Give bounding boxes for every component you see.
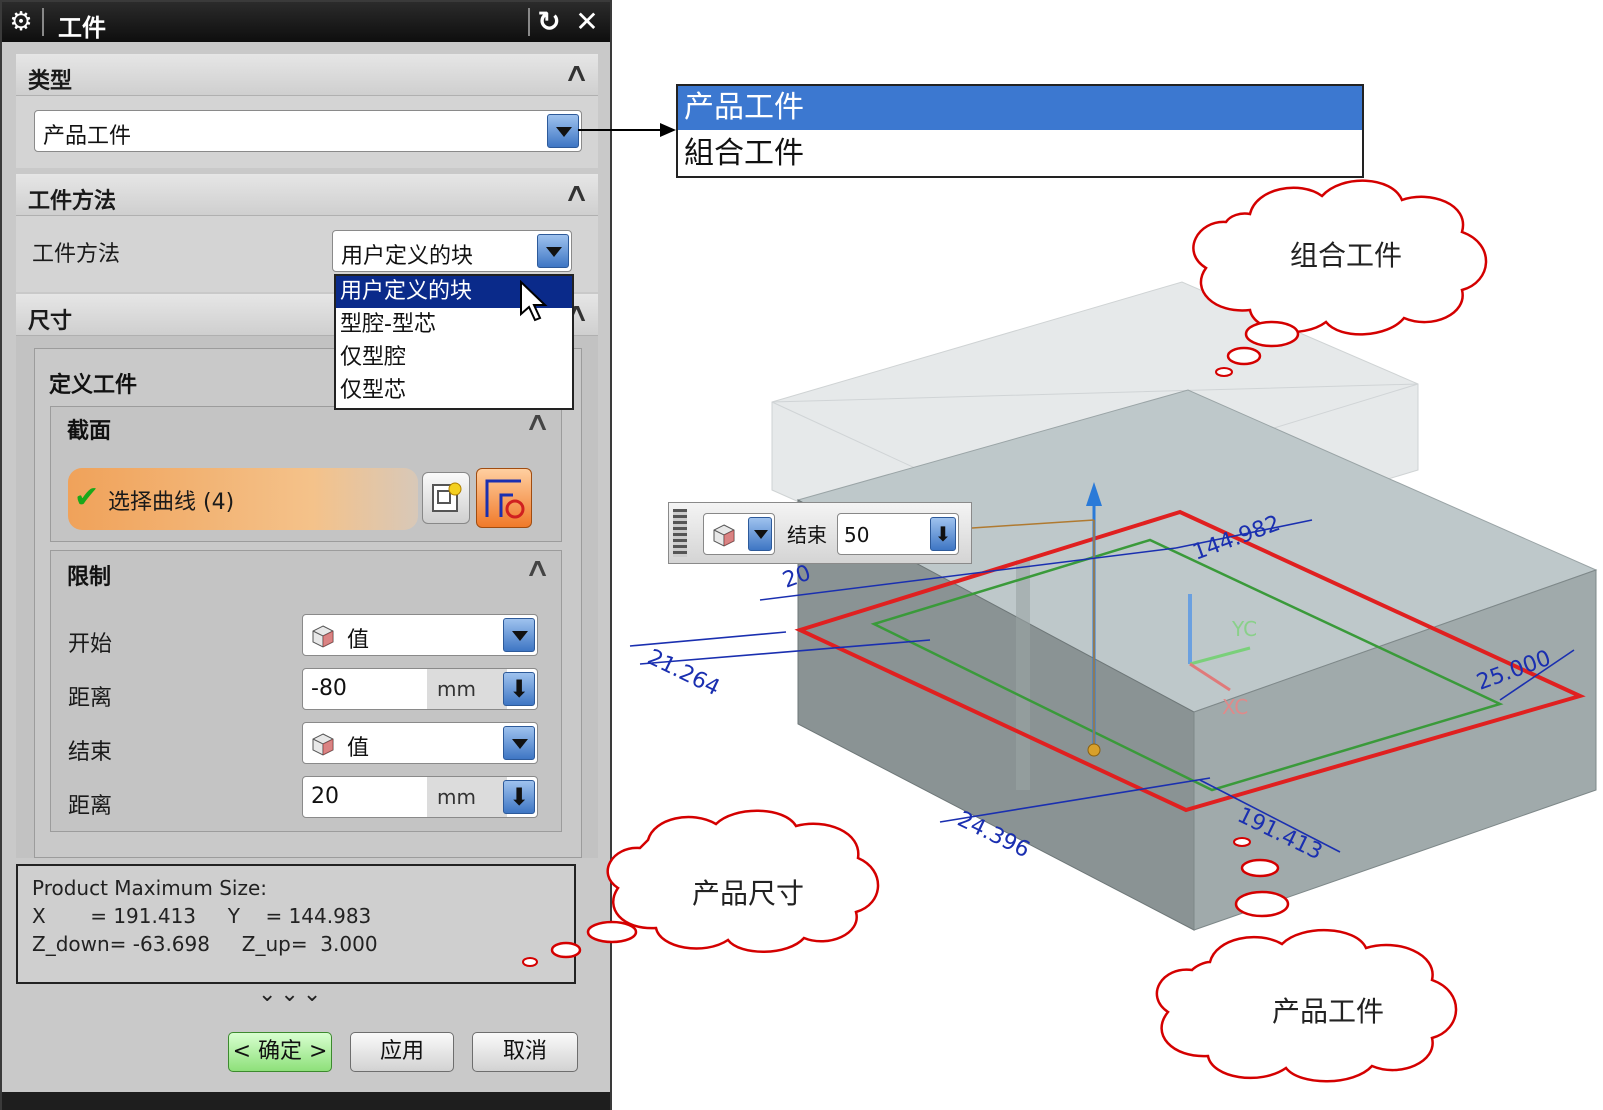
callout-product-text: 产品工件 <box>1272 995 1385 1028</box>
arrow-head-icon <box>660 123 676 137</box>
callout-combo-text: 组合工件 <box>1290 239 1403 272</box>
arrow-down-icon[interactable]: ⬇ <box>930 517 956 551</box>
callout-tail <box>1244 320 1300 348</box>
origin-handle[interactable] <box>1087 743 1101 757</box>
dynamic-input-bar: 结束 50 ⬇ <box>668 502 972 564</box>
dimension-label: 21.264 <box>643 645 723 701</box>
callout-tail <box>522 957 538 967</box>
callout-tail <box>1233 837 1251 847</box>
end-type-mini-select[interactable] <box>703 513 775 555</box>
callout-tail <box>1234 890 1290 918</box>
callout-tail <box>586 920 638 944</box>
dropdown-arrow-icon[interactable] <box>748 517 772 551</box>
callout-tail <box>550 941 582 959</box>
drag-grip-icon[interactable] <box>673 509 687 557</box>
product-inner-edge <box>1016 560 1030 790</box>
axis-xc-label: XC <box>1222 695 1248 719</box>
float-end-input[interactable]: 50 ⬇ <box>837 513 959 555</box>
cube-icon <box>713 524 735 547</box>
float-end-value: 50 <box>844 523 870 547</box>
callout-size-text: 产品尺寸 <box>692 877 805 910</box>
callout-tail <box>1215 367 1233 377</box>
callout-tail <box>1240 858 1280 878</box>
axis-yc-label: YC <box>1231 617 1257 641</box>
float-end-label: 结束 <box>787 523 827 547</box>
callout-tail <box>1226 346 1262 366</box>
